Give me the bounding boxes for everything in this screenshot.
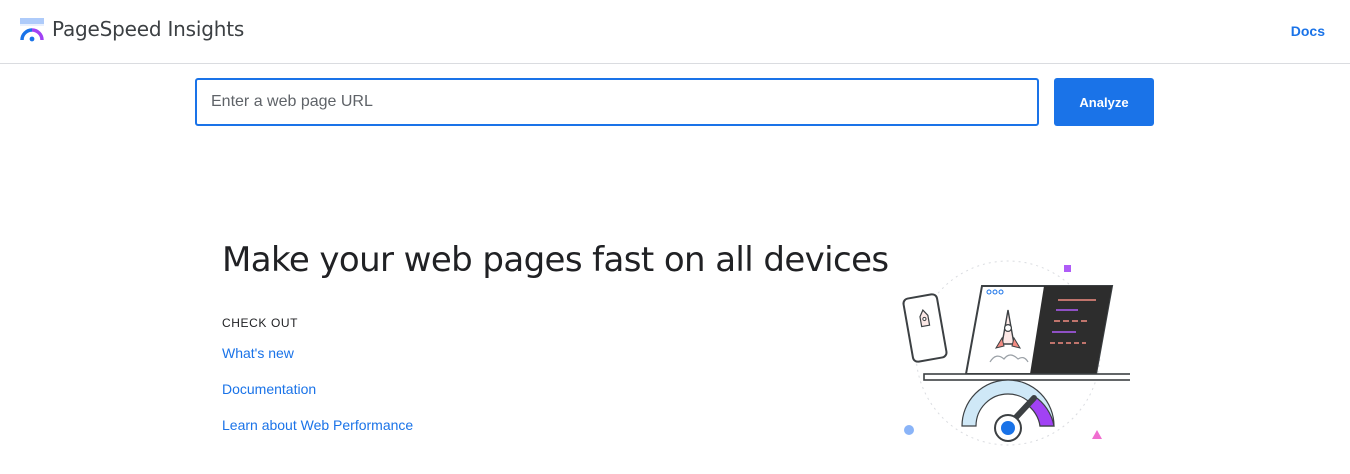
speed-gauge-illustration: [961, 379, 1055, 442]
devices-speed-gauge-illustration: [902, 260, 1130, 446]
whats-new-link[interactable]: What's new: [222, 345, 294, 361]
top-header: PageSpeed Insights Docs: [0, 0, 1350, 64]
purple-square-shape: [1064, 265, 1071, 272]
web-performance-link[interactable]: Learn about Web Performance: [222, 417, 413, 433]
docs-link[interactable]: Docs: [1291, 23, 1325, 39]
phone-illustration: [902, 293, 948, 363]
pagespeed-gauge-icon[interactable]: [18, 16, 46, 44]
hero-headline: Make your web pages fast on all devices: [222, 240, 889, 280]
check-out-label: CHECK OUT: [222, 316, 299, 330]
documentation-link[interactable]: Documentation: [222, 381, 316, 397]
blue-dot-shape: [904, 425, 914, 435]
analyze-button[interactable]: Analyze: [1054, 78, 1154, 126]
pink-triangle-shape: [1092, 430, 1102, 439]
url-input[interactable]: [195, 78, 1039, 126]
app-title: PageSpeed Insights: [52, 17, 245, 41]
